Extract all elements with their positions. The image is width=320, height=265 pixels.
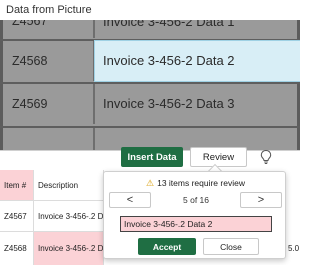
grid-cell-item[interactable]: Z4568 (0, 232, 34, 265)
captured-id-cell: Z4568 (0, 41, 95, 81)
close-button[interactable]: Close (203, 238, 259, 255)
grid-cell-description-text: Invoice 3-456-.2 Data 2 (38, 244, 104, 253)
review-warning: ⚠ 13 items require review (104, 178, 287, 189)
captured-desc-cell-selected: Invoice 3-456-2 Data 2 (94, 40, 300, 82)
title-bar: Data from Picture (0, 0, 300, 22)
captured-row-selected: Z4568 Invoice 3-456-2 Data 2 (0, 40, 300, 82)
grid-header-description[interactable]: Description (34, 170, 104, 201)
previous-item-button[interactable]: < (109, 192, 151, 208)
warning-icon: ⚠ (146, 178, 155, 188)
review-button[interactable]: Review (190, 147, 247, 167)
grid-cell-description-flagged[interactable]: Invoice 3-456-.2 Data 2 (34, 232, 104, 265)
grid-header-description-label: Description (38, 180, 79, 190)
next-item-button[interactable]: > (240, 192, 282, 208)
grid-cell-item[interactable]: Z4567 (0, 201, 34, 232)
captured-image: Z4567 Invoice 3-456-2 Data 1 Z4568 Invoi… (0, 20, 300, 150)
review-position: 5 of 16 (183, 195, 209, 205)
insert-data-button[interactable]: Insert Data (121, 147, 183, 167)
window-title: Data from Picture (6, 4, 92, 16)
captured-desc-text: Invoice 3-456-2 Data 2 (103, 53, 235, 68)
grid-header-item[interactable]: Item # (0, 170, 34, 201)
captured-row: Z4569 Invoice 3-456-2 Data 3 (0, 84, 300, 124)
review-warning-text: 13 items require review (157, 178, 245, 188)
captured-id-cell: Z4567 (0, 20, 95, 38)
captured-row: Z4567 Invoice 3-456-2 Data 1 (0, 20, 300, 38)
captured-id-text: Z4568 (12, 54, 48, 68)
captured-id-cell: Z4569 (0, 84, 95, 124)
grid-cell-description[interactable]: Invoice 3-456-.2 Data 1 (34, 201, 104, 232)
captured-desc-cell: Invoice 3-456-2 Data 1 (95, 20, 300, 38)
grid-cell-description-text: Invoice 3-456-.2 Data 1 (38, 211, 104, 221)
review-label: Review (202, 151, 235, 163)
chevron-left-icon: < (126, 194, 134, 206)
accept-button[interactable]: Accept (138, 238, 196, 255)
captured-desc-text: Invoice 3-456-2 Data 3 (103, 96, 235, 111)
grid-header-item-label: Item # (4, 180, 27, 190)
grid-cell-item-text: Z4567 (4, 211, 27, 221)
captured-desc-text: Invoice 3-456-2 Data 1 (103, 20, 235, 29)
captured-id-text: Z4569 (12, 97, 48, 111)
insert-data-label: Insert Data (127, 151, 177, 163)
review-edit-field[interactable] (120, 216, 272, 232)
captured-desc-cell: Invoice 3-456-2 Data 3 (95, 84, 300, 124)
close-label: Close (220, 241, 242, 252)
lightbulb-icon[interactable] (259, 149, 273, 165)
captured-id-text: Z4567 (12, 20, 48, 28)
review-popup: ⚠13 items require review < 5 of 16 > Acc… (103, 171, 286, 259)
chevron-right-icon: > (257, 194, 265, 206)
captured-id-cell (0, 128, 95, 150)
accept-label: Accept (152, 241, 182, 252)
grid-cell-extra[interactable]: 5.0 (287, 232, 300, 265)
grid-cell-item-text: Z4568 (4, 244, 27, 253)
grid-cell-extra-text: 5.0 (288, 244, 300, 253)
